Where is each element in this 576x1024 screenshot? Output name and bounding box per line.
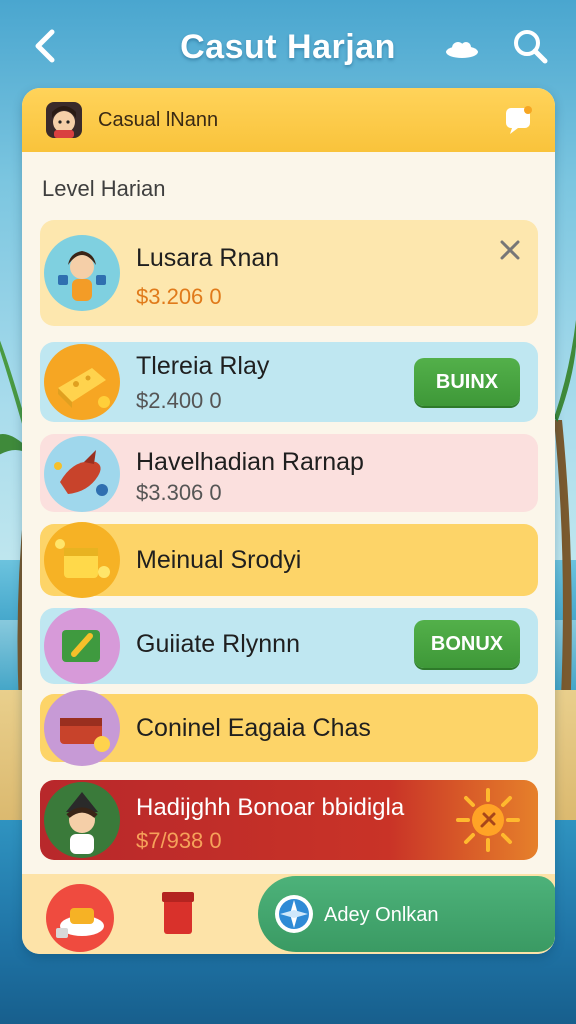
- list-item[interactable]: Meinual Srodyi: [40, 522, 538, 598]
- food-plate-icon[interactable]: [44, 882, 116, 954]
- avatar-icon: [44, 100, 84, 140]
- girl-hat-avatar-icon: [44, 782, 120, 858]
- item-name: Lusara Rnan: [136, 244, 280, 272]
- compass-icon: [274, 894, 314, 934]
- list-item-highlight[interactable]: Hadijghh Bonoar bbidigla $7/938 0: [40, 780, 538, 860]
- girl-avatar-icon: [44, 235, 120, 311]
- item-price: $3.306 0: [136, 480, 222, 505]
- daily-level-card: Casual lNann Level Harian Lusara Rnan $3…: [22, 88, 555, 954]
- red-box-icon[interactable]: [158, 888, 198, 938]
- close-icon[interactable]: [498, 238, 522, 262]
- bonus-button[interactable]: BUINX: [414, 358, 520, 406]
- list-item[interactable]: Coninel Eagaia Chas: [40, 690, 538, 766]
- app-title: Casut Harjan: [180, 28, 396, 66]
- cheese-block-icon: [44, 344, 120, 420]
- item-price: $7/938 0: [136, 828, 222, 853]
- red-dragon-icon: [44, 436, 120, 512]
- item-name: Tlereia Rlay: [136, 352, 270, 380]
- card-header: Casual lNann: [22, 88, 555, 152]
- list-item[interactable]: Lusara Rnan $3.206 0: [40, 220, 538, 326]
- item-price: $2.400 0: [136, 388, 222, 413]
- treasure-chest-icon: [44, 690, 120, 766]
- section-title: Level Harian: [42, 176, 166, 201]
- item-name: Hadijghh Bonoar bbidigla: [136, 794, 405, 821]
- apply-label: Adey Onlkan: [324, 904, 439, 926]
- list-item[interactable]: Guiiate Rlynnn BONUX: [40, 608, 538, 684]
- item-price: $3.206 0: [136, 284, 222, 309]
- list-item[interactable]: Tlereia Rlay $2.400 0 BUINX: [40, 342, 538, 422]
- search-icon[interactable]: [510, 26, 550, 66]
- gold-boxes-icon: [44, 522, 120, 598]
- item-name: Meinual Srodyi: [136, 546, 302, 574]
- bottom-bar: Adey Onlkan: [22, 874, 555, 954]
- list-item[interactable]: Havelhadian Rarnap $3.306 0: [40, 434, 538, 512]
- card-header-title: Casual lNann: [98, 109, 219, 131]
- top-bar: Casut Harjan: [0, 0, 576, 92]
- sun-icon: [456, 788, 520, 852]
- bonus-button[interactable]: BONUX: [414, 620, 520, 668]
- cloud-icon[interactable]: [444, 38, 480, 60]
- item-name: Coninel Eagaia Chas: [136, 714, 371, 742]
- apply-button[interactable]: Adey Onlkan: [258, 876, 555, 952]
- chat-bubble-icon[interactable]: [502, 104, 536, 136]
- item-name: Havelhadian Rarnap: [136, 448, 364, 476]
- item-name: Guiiate Rlynnn: [136, 630, 300, 658]
- green-card-icon: [44, 608, 120, 684]
